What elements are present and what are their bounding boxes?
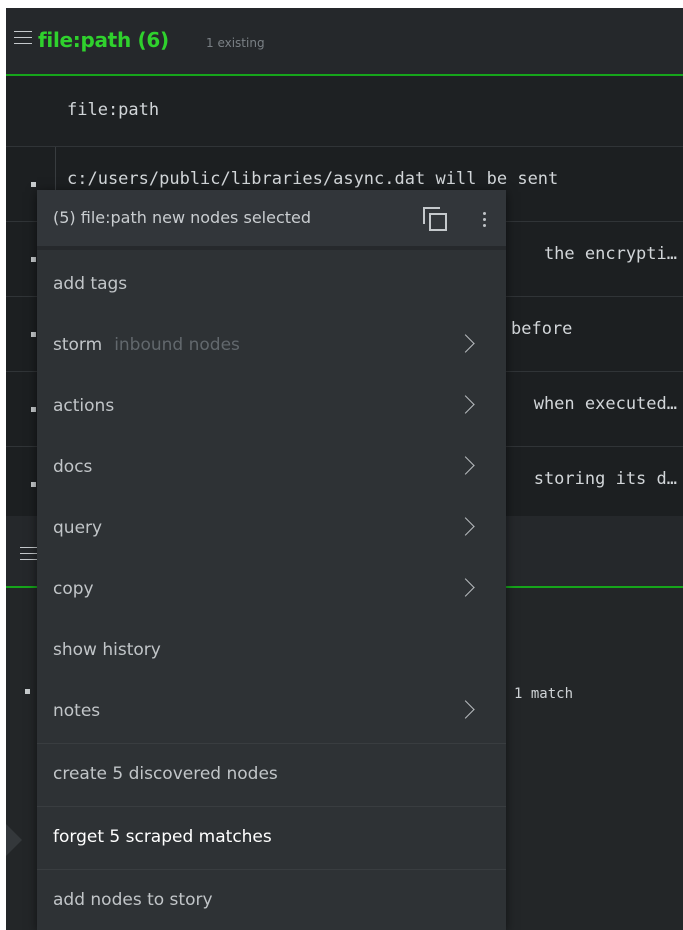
menu-item-label: docs <box>53 457 93 477</box>
chevron-right-icon <box>456 395 475 414</box>
menu-item-label: forget 5 scraped matches <box>53 827 272 847</box>
result-header: file:path (6) 1 existing <box>6 8 683 76</box>
menu-item-actions[interactable]: actions <box>37 376 506 437</box>
existing-count: 1 existing <box>206 36 265 50</box>
chevron-right-icon <box>456 456 475 475</box>
kebab-icon[interactable] <box>483 212 487 228</box>
menu-item-add-to-story[interactable]: add nodes to story <box>37 869 506 930</box>
row-marker <box>31 332 36 337</box>
row-text: before <box>511 319 573 339</box>
menu-item-notes[interactable]: notes <box>37 681 506 742</box>
menu-item-add-tags[interactable]: add tags <box>37 254 506 315</box>
menu-item-label: add tags <box>53 274 128 294</box>
menu-item-hint: inbound nodes <box>114 335 240 355</box>
menu-item-label: add nodes to story <box>53 890 213 910</box>
hamburger-icon[interactable] <box>20 547 38 561</box>
menu-item-show-history[interactable]: show history <box>37 620 506 681</box>
selection-summary: (5) file:path new nodes selected <box>53 208 312 227</box>
row-marker <box>31 482 36 487</box>
row-text: c:/users/public/libraries/async.dat will… <box>67 169 559 189</box>
column-label: file:path <box>67 100 160 120</box>
menu-item-label: actions <box>53 396 115 416</box>
hamburger-icon[interactable] <box>14 31 32 45</box>
chevron-right-icon <box>456 334 475 353</box>
column-header[interactable]: file:path <box>6 76 683 146</box>
row-text: storing its d… <box>533 469 677 489</box>
menu-item-label: show history <box>53 640 161 660</box>
menu-item-docs[interactable]: docs <box>37 437 506 498</box>
menu-item-label: copy <box>53 579 94 599</box>
menu-item-create-nodes[interactable]: create 5 discovered nodes <box>37 743 506 804</box>
chevron-right-icon <box>456 517 475 536</box>
app-window: file:path (6) 1 existing file:path c:/us… <box>6 8 683 930</box>
row-marker <box>31 407 36 412</box>
menu-item-forget-matches[interactable]: forget 5 scraped matches <box>37 806 506 867</box>
context-menu-header: (5) file:path new nodes selected <box>37 190 506 250</box>
context-menu: (5) file:path new nodes selected add tag… <box>37 190 506 930</box>
row-text: when executed… <box>533 394 677 414</box>
menu-item-query[interactable]: query <box>37 498 506 559</box>
menu-item-storm[interactable]: storm inbound nodes <box>37 315 506 376</box>
result-title[interactable]: file:path (6) <box>38 28 169 52</box>
match-count: 1 match <box>514 686 574 702</box>
menu-item-label: notes <box>53 701 101 721</box>
row-text: the encrypti… <box>543 244 677 264</box>
copy-icon[interactable] <box>423 207 447 231</box>
row-marker <box>25 689 30 694</box>
row-marker <box>31 257 36 262</box>
selection-pointer-icon <box>6 824 22 856</box>
chevron-right-icon <box>456 700 475 719</box>
row-marker <box>31 182 36 187</box>
menu-item-copy[interactable]: copy <box>37 559 506 620</box>
menu-item-label: create 5 discovered nodes <box>53 764 278 784</box>
menu-item-label: query <box>53 518 103 538</box>
chevron-right-icon <box>456 578 475 597</box>
menu-item-label: storm <box>53 335 103 355</box>
